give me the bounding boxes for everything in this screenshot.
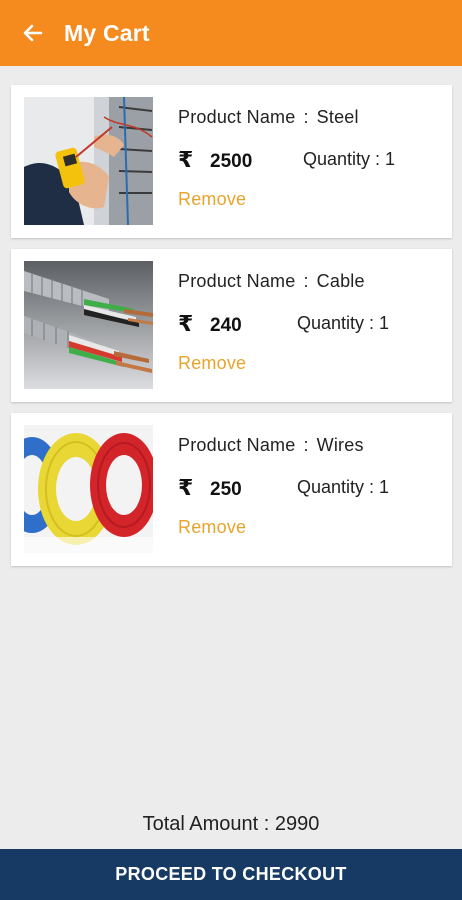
price-value: 240 [210,315,242,336]
app-bar: My Cart [0,0,462,66]
cart-list: Product Name: Steel ₹ 2500 Quantity : 1 R… [11,85,452,577]
price: ₹ 2500 [178,147,252,173]
product-name-value: Cable [316,271,365,291]
wire-coils-image [24,425,153,553]
cart-item-card: Product Name: Wires ₹ 250 Quantity : 1 Re… [11,413,452,566]
separator: : [303,271,309,291]
back-button[interactable] [16,16,50,50]
product-name: Product Name: Cable [178,271,365,292]
price-value: 250 [210,479,242,500]
quantity-label: Quantity : 1 [297,477,390,497]
rupee-icon: ₹ [178,147,194,172]
electrician-multimeter-image [24,97,153,225]
remove-button[interactable]: Remove [178,353,246,374]
product-name-label: Product Name [178,107,296,127]
price: ₹ 250 [178,475,242,501]
quantity-label: Quantity : 1 [297,313,390,333]
product-name-value: Steel [316,107,359,127]
product-name-value: Wires [316,435,364,455]
product-name-label: Product Name [178,271,296,291]
separator: : [303,435,309,455]
arrow-left-icon [23,24,43,42]
product-image [24,261,153,389]
rupee-icon: ₹ [178,311,194,336]
rupee-icon: ₹ [178,475,194,500]
product-name-label: Product Name [178,435,296,455]
product-image [24,425,153,553]
armored-cable-image [24,261,153,389]
cart-item-card: Product Name: Cable ₹ 240 Quantity : 1 Re… [11,249,452,402]
total-amount: Total Amount : 2990 [142,813,320,835]
price: ₹ 240 [178,311,242,337]
remove-button[interactable]: Remove [178,189,246,210]
remove-button[interactable]: Remove [178,517,246,538]
page-title: My Cart [64,19,150,46]
proceed-to-checkout-button[interactable]: PROCEED TO CHECKOUT [0,849,462,900]
separator: : [303,107,309,127]
product-name: Product Name: Steel [178,107,359,128]
product-name: Product Name: Wires [178,435,364,456]
cart-item-card: Product Name: Steel ₹ 2500 Quantity : 1 R… [11,85,452,238]
quantity-label: Quantity : 1 [303,149,396,169]
price-value: 2500 [210,151,253,172]
product-image [24,97,153,225]
